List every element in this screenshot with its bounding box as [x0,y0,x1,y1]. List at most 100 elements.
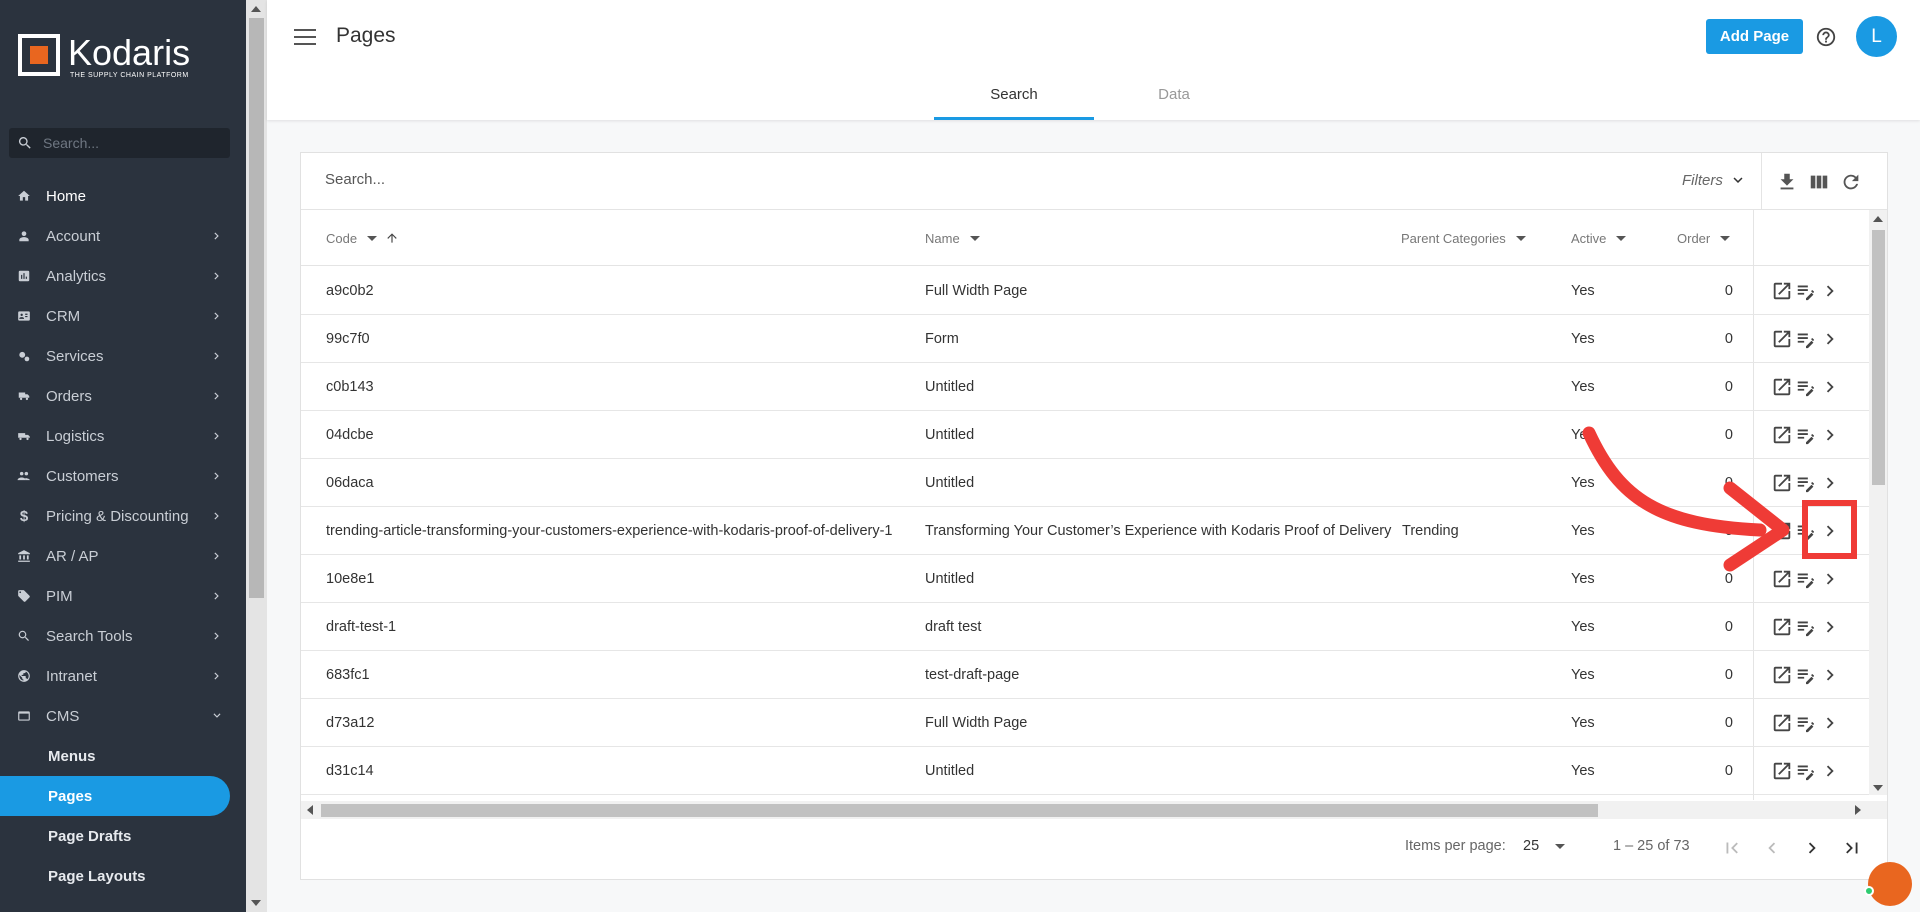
edit-details-icon[interactable] [1795,664,1817,686]
sidebar-item-intranet[interactable]: Intranet [0,656,246,696]
row-chevron-right-icon[interactable] [1819,664,1841,686]
scroll-down-arrow-icon[interactable] [251,900,261,906]
sidebar-item-orders[interactable]: Orders [0,376,246,416]
tab-data[interactable]: Data [1094,74,1254,120]
column-header-parent-categories[interactable]: Parent Categories [1401,210,1526,266]
edit-details-icon[interactable] [1795,616,1817,638]
table-horizontal-scrollbar[interactable] [301,801,1887,819]
sidebar-item-pim[interactable]: PIM [0,576,246,616]
scroll-up-arrow-icon[interactable] [1873,216,1883,222]
table-row[interactable]: c0b143 Untitled Yes 0 [301,363,1869,411]
column-header-code[interactable]: Code [326,210,399,266]
sidebar-item-pricing[interactable]: $ Pricing & Discounting [0,496,246,536]
edit-details-icon[interactable] [1795,520,1817,542]
open-in-new-icon[interactable] [1771,712,1793,734]
table-row[interactable]: d73a12 Full Width Page Yes 0 [301,699,1869,747]
row-chevron-right-icon[interactable] [1819,472,1841,494]
row-chevron-right-icon[interactable] [1819,568,1841,590]
sidebar-item-crm[interactable]: CRM [0,296,246,336]
open-in-new-icon[interactable] [1771,424,1793,446]
add-page-button[interactable]: Add Page [1706,19,1803,54]
sidebar-item-home[interactable]: Home [0,176,246,216]
caret-down-icon[interactable] [1515,235,1526,241]
row-chevron-right-icon[interactable] [1819,616,1841,638]
caret-down-icon[interactable] [1720,235,1731,241]
edit-details-icon[interactable] [1795,472,1817,494]
edit-details-icon[interactable] [1795,328,1817,350]
kodaris-logo[interactable]: Kodaris THE SUPPLY CHAIN PLATFORM [18,34,198,84]
row-chevron-right-icon[interactable] [1819,424,1841,446]
open-in-new-icon[interactable] [1771,472,1793,494]
caret-down-icon[interactable] [367,235,378,241]
row-chevron-right-icon[interactable] [1819,328,1841,350]
row-chevron-right-icon[interactable] [1819,712,1841,734]
download-icon[interactable] [1776,171,1798,193]
scroll-thumb[interactable] [249,18,264,598]
column-header-active[interactable]: Active [1571,210,1627,266]
open-in-new-icon[interactable] [1771,664,1793,686]
previous-page-icon[interactable] [1761,837,1783,859]
hamburger-menu-icon[interactable] [294,27,316,47]
sidebar-item-ar-ap[interactable]: AR / AP [0,536,246,576]
open-in-new-icon[interactable] [1771,328,1793,350]
next-page-icon[interactable] [1801,837,1823,859]
column-header-name[interactable]: Name [925,210,980,266]
scroll-down-arrow-icon[interactable] [1873,785,1883,791]
edit-details-icon[interactable] [1795,376,1817,398]
table-row[interactable]: d31c14 Untitled Yes 0 [301,747,1869,795]
sidebar-item-page-drafts[interactable]: Page Drafts [0,816,246,856]
sidebar-search-input[interactable] [43,135,213,151]
sidebar-item-account[interactable]: Account [0,216,246,256]
table-vertical-scrollbar[interactable] [1869,210,1887,795]
edit-details-icon[interactable] [1795,568,1817,590]
row-chevron-right-icon[interactable] [1819,520,1841,542]
sidebar-item-analytics[interactable]: Analytics [0,256,246,296]
table-row[interactable]: 06daca Untitled Yes 0 [301,459,1869,507]
row-chevron-right-icon[interactable] [1819,280,1841,302]
items-per-page-select[interactable]: 25 [1523,838,1566,854]
sidebar-scrollbar[interactable] [246,0,267,912]
caret-down-icon[interactable] [969,235,980,241]
table-row[interactable]: a9c0b2 Full Width Page Yes 0 [301,267,1869,315]
filters-dropdown[interactable]: Filters [1682,171,1747,189]
tab-search[interactable]: Search [934,74,1094,120]
refresh-icon[interactable] [1840,171,1862,193]
user-avatar[interactable]: L [1856,16,1897,57]
sidebar-item-customers[interactable]: Customers [0,456,246,496]
columns-icon[interactable] [1808,171,1830,193]
first-page-icon[interactable] [1721,837,1743,859]
scroll-up-arrow-icon[interactable] [251,6,261,12]
table-row[interactable]: 99c7f0 Form Yes 0 [301,315,1869,363]
scroll-thumb[interactable] [321,804,1598,817]
sidebar-item-logistics[interactable]: Logistics [0,416,246,456]
table-row[interactable]: 04dcbe Untitled Yes 0 [301,411,1869,459]
table-row[interactable]: trending-article-transforming-your-custo… [301,507,1869,555]
sidebar-item-search-tools[interactable]: Search Tools [0,616,246,656]
caret-down-icon[interactable] [1616,235,1627,241]
edit-details-icon[interactable] [1795,760,1817,782]
scroll-left-arrow-icon[interactable] [307,805,313,815]
help-icon[interactable] [1815,26,1837,48]
sidebar-item-pages[interactable]: Pages [0,776,230,816]
open-in-new-icon[interactable] [1771,568,1793,590]
sidebar-item-menus[interactable]: Menus [0,736,246,776]
open-in-new-icon[interactable] [1771,280,1793,302]
edit-details-icon[interactable] [1795,712,1817,734]
row-chevron-right-icon[interactable] [1819,760,1841,782]
scroll-right-arrow-icon[interactable] [1855,805,1861,815]
column-header-order[interactable]: Order [1677,210,1731,266]
sidebar-item-page-layouts[interactable]: Page Layouts [0,856,246,896]
open-in-new-icon[interactable] [1771,520,1793,542]
table-row[interactable]: 683fc1 test-draft-page Yes 0 [301,651,1869,699]
sidebar-item-services[interactable]: Services [0,336,246,376]
sidebar-item-cms[interactable]: CMS [0,696,246,736]
table-row[interactable]: 10e8e1 Untitled Yes 0 [301,555,1869,603]
table-search-input[interactable] [325,171,725,188]
table-row[interactable]: draft-test-1 draft test Yes 0 [301,603,1869,651]
edit-details-icon[interactable] [1795,424,1817,446]
sort-ascending-arrow-icon[interactable] [385,231,399,245]
open-in-new-icon[interactable] [1771,376,1793,398]
open-in-new-icon[interactable] [1771,616,1793,638]
chat-support-icon[interactable] [1868,862,1912,906]
row-chevron-right-icon[interactable] [1819,376,1841,398]
